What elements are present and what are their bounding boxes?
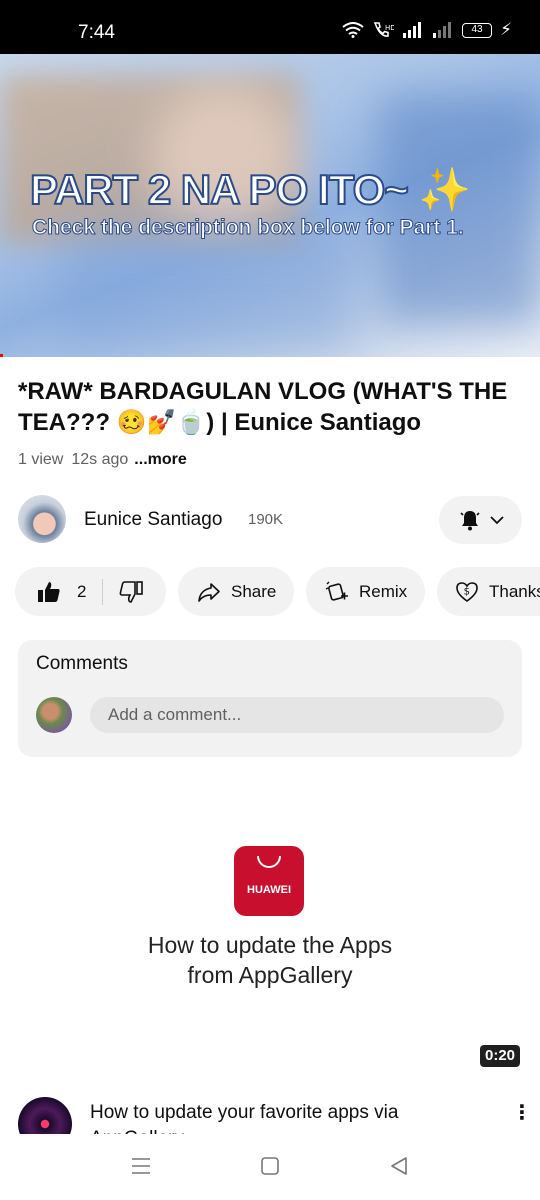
like-dislike-group: 2 [15,567,166,616]
next-video-thumbnail[interactable]: HUAWEI How to update the Apps from AppGa… [0,790,540,1075]
video-progress-bar[interactable] [0,354,3,357]
thumb-up-icon [38,581,60,602]
volte-call-icon: HD [373,22,394,37]
chevron-down-icon [489,516,504,525]
channel-name[interactable]: Eunice Santiago [84,509,222,531]
signal-icon [403,22,422,38]
status-time: 7:44 [78,22,115,43]
video-overlay-subtitle: Check the description box below for Part… [32,216,465,240]
view-count: 1 view [18,451,64,468]
huawei-brand-text: HUAWEI [247,884,291,896]
comment-input[interactable]: Add a comment... [90,697,504,733]
navigation-bar [0,1134,540,1200]
upload-age: 12s ago [71,451,129,468]
like-button[interactable]: 2 [15,580,86,604]
duration-badge: 0:20 [480,1045,521,1067]
thumb-down-icon [120,580,144,603]
remix-icon [325,581,348,601]
thanks-button[interactable]: $ Thanks [437,567,540,616]
dislike-button[interactable] [119,580,144,604]
next-video-title-box[interactable]: How to update your favorite apps via App… [90,1100,490,1134]
more-link[interactable]: ...more [134,451,186,468]
comments-title: Comments [36,653,128,674]
video-overlay-title: PART 2 NA PO ITO~ ✨ [29,165,472,214]
signal-icon [433,22,452,38]
remix-label: Remix [359,581,408,601]
comments-panel[interactable]: Comments Add a comment... [18,640,522,757]
menu-icon[interactable] [131,1156,151,1176]
thanks-icon: $ [456,581,478,602]
channel-avatar[interactable] [18,495,66,543]
user-avatar [36,697,72,733]
next-video-title: How to update your favorite apps via App… [90,1102,399,1134]
status-bar: 7:44 HD 43 ⚡ [0,0,540,54]
bell-icon [459,511,480,531]
thumbnail-caption: How to update the Apps from AppGallery [147,932,393,988]
remix-button[interactable]: Remix [306,567,425,616]
video-title[interactable]: *RAW* BARDAGULAN VLOG (WHAT'S THE TEA???… [18,376,523,438]
share-label: Share [231,581,277,601]
home-icon[interactable] [260,1156,280,1176]
subscriber-count: 190K [248,511,284,528]
more-options-icon[interactable]: ⋮ [512,1100,532,1125]
svg-text:HD: HD [385,24,394,32]
charging-icon: ⚡ [500,20,512,39]
video-meta[interactable]: 1 view 12s ago ...more [18,451,187,469]
video-player[interactable]: PART 2 NA PO ITO~ ✨ Check the descriptio… [0,54,540,357]
action-bar: 2 Share Remix $ Thanks [0,567,540,616]
share-arrow-icon [198,582,220,602]
like-count: 2 [77,581,87,601]
back-icon[interactable] [389,1156,409,1176]
status-icons: HD 43 ⚡ [342,20,512,40]
svg-text:$: $ [464,586,470,597]
battery-icon: 43 [462,22,493,38]
thanks-label: Thanks [489,581,540,601]
huawei-logo: HUAWEI [234,846,304,916]
wifi-icon [342,22,364,38]
notification-bell-button[interactable] [439,496,522,544]
like-divider [102,578,104,605]
share-button[interactable]: Share [178,567,294,616]
